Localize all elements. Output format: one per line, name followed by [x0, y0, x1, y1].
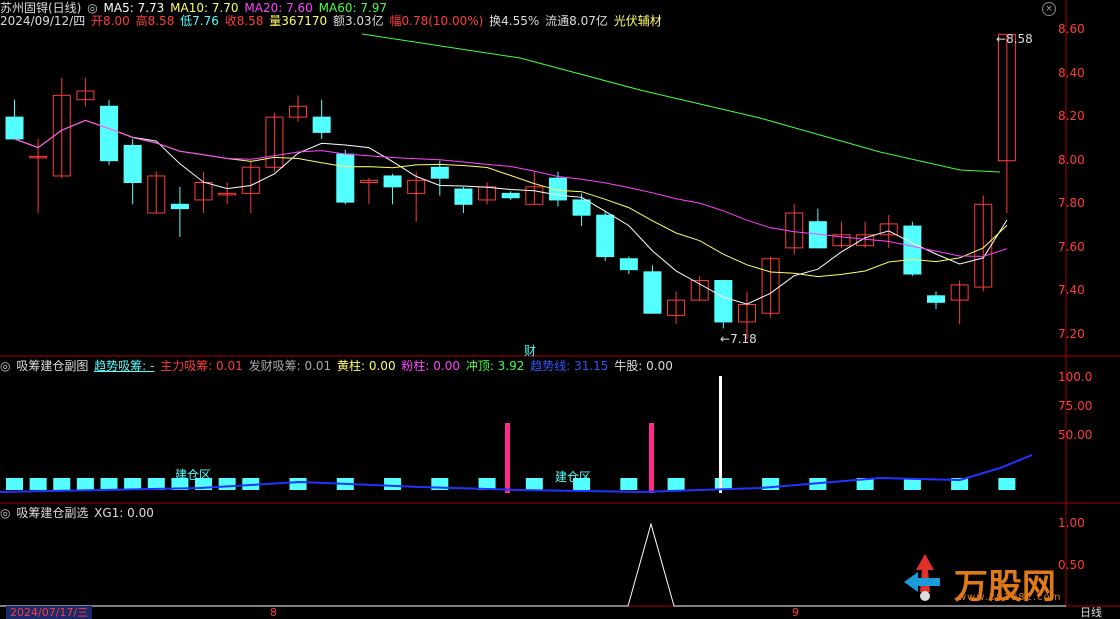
footer-date: 2024/07/17/三 [6, 606, 93, 619]
indicator-bar [525, 478, 543, 490]
candle-body [336, 153, 355, 203]
high-value: 高8.58 [135, 14, 175, 28]
candle-body [596, 214, 615, 258]
sector-value[interactable]: 光伏辅材 [614, 14, 662, 28]
main-absorb: 主力吸筹: 0.01 [160, 359, 243, 373]
peak-value: 冲顶: 3.92 [465, 359, 525, 373]
panel2-tick: 1.00 [1058, 516, 1085, 530]
indicator-bar [289, 478, 307, 490]
candle-body [454, 188, 473, 205]
period-label[interactable]: 日线 [1080, 606, 1102, 619]
main-chart[interactable] [0, 0, 1120, 619]
indicator-bar [76, 478, 94, 490]
accumulation-zone-label: 建仓区 [555, 470, 592, 484]
indicator-bar [620, 478, 638, 490]
panel1-tick: 50.00 [1058, 428, 1093, 442]
indicator-bar [100, 478, 118, 490]
ma60-line [361, 33, 1001, 173]
panel2-header: ◎ 吸筹建仓副选 XG1: 0.00 [0, 505, 156, 521]
wealth-absorb: 发财吸筹: 0.01 [248, 359, 332, 373]
header-row-2: 2024/09/12/四 开8.00 高8.58 低7.76 收8.58 量36… [0, 13, 664, 29]
panel1-toggle-icon[interactable]: ◎ [0, 359, 10, 373]
pink-bar: 粉柱: 0.00 [401, 359, 460, 373]
candle-body [619, 258, 638, 271]
volume-value: 量367170 [269, 14, 328, 28]
indicator-bar [53, 478, 71, 490]
price-tick: 8.60 [1058, 22, 1085, 36]
panel2-toggle-icon[interactable]: ◎ [0, 506, 10, 520]
xg1-value: XG1: 0.00 [94, 506, 154, 520]
min-price-label: ←7.18 [720, 332, 757, 346]
finance-marker[interactable]: 财 [524, 342, 536, 359]
price-tick: 7.60 [1058, 240, 1085, 254]
indicator-bar [384, 478, 402, 490]
turnover-value: 换4.55% [489, 14, 540, 28]
close-icon[interactable]: × [1042, 2, 1056, 16]
trend-absorb: 趋势吸筹: - [94, 359, 155, 373]
trend-line-value: 趋势线: 31.15 [530, 359, 609, 373]
logo-url: www.201082.com [958, 592, 1062, 603]
yellow-bar: 黄柱: 0.00 [337, 359, 396, 373]
candle-body [501, 192, 520, 199]
candle-body [572, 199, 591, 216]
indicator-bar [124, 478, 142, 490]
date-label: 2024/09/12/四 [0, 14, 86, 28]
indicator-bar [667, 478, 685, 490]
change-value: 幅0.78(10.00%) [389, 14, 484, 28]
candle-body [430, 166, 449, 179]
logo-icon [900, 552, 950, 602]
pink-spike [649, 423, 654, 493]
candle-body [5, 116, 24, 140]
price-tick: 7.40 [1058, 283, 1085, 297]
price-tick: 8.20 [1058, 109, 1085, 123]
price-tick: 8.40 [1058, 66, 1085, 80]
close-value: 收8.58 [224, 14, 264, 28]
price-tick: 7.20 [1058, 327, 1085, 341]
accumulation-zone-label: 建仓区 [175, 468, 212, 482]
panel1-tick: 100.0 [1058, 370, 1093, 384]
open-value: 开8.00 [91, 14, 130, 28]
low-value: 低7.76 [180, 14, 219, 28]
panel1-title: 吸筹建仓副图 [16, 359, 89, 373]
panel1-tick: 75.00 [1058, 399, 1093, 413]
candle-body [383, 175, 402, 188]
indicator-bar [998, 478, 1016, 490]
price-tick: 7.80 [1058, 196, 1085, 210]
bull-value: 牛股: 0.00 [614, 359, 673, 373]
indicator-bar [6, 478, 24, 490]
float-value: 流通8.07亿 [545, 14, 608, 28]
panel2-tick: 0.50 [1058, 558, 1085, 572]
panel1-header: ◎ 吸筹建仓副图 趋势吸筹: - 主力吸筹: 0.01 发财吸筹: 0.01 黄… [0, 358, 675, 374]
ma-line [14, 119, 1008, 257]
candle-body [643, 271, 662, 314]
footer-month-9: 9 [792, 606, 799, 619]
candle-body [170, 203, 189, 210]
price-tick: 8.00 [1058, 153, 1085, 167]
ma-line [14, 119, 1008, 305]
indicator-bar [218, 478, 236, 490]
candle-body [100, 105, 119, 162]
panel2-title: 吸筹建仓副选 [16, 506, 89, 520]
watermark-logo: 万股网 www.201082.com [900, 548, 1061, 608]
indicator-bar [29, 478, 47, 490]
max-price-label: ←8.58 [996, 32, 1033, 46]
candle-body [714, 280, 733, 323]
amount-value: 额3.03亿 [332, 14, 384, 28]
white-spike [719, 376, 722, 493]
candle-body [926, 295, 946, 303]
pink-spike [505, 423, 510, 493]
candle-body [312, 116, 331, 133]
candle-body [903, 225, 922, 275]
candle-body [123, 144, 142, 183]
footer-month-8: 8 [270, 606, 277, 619]
